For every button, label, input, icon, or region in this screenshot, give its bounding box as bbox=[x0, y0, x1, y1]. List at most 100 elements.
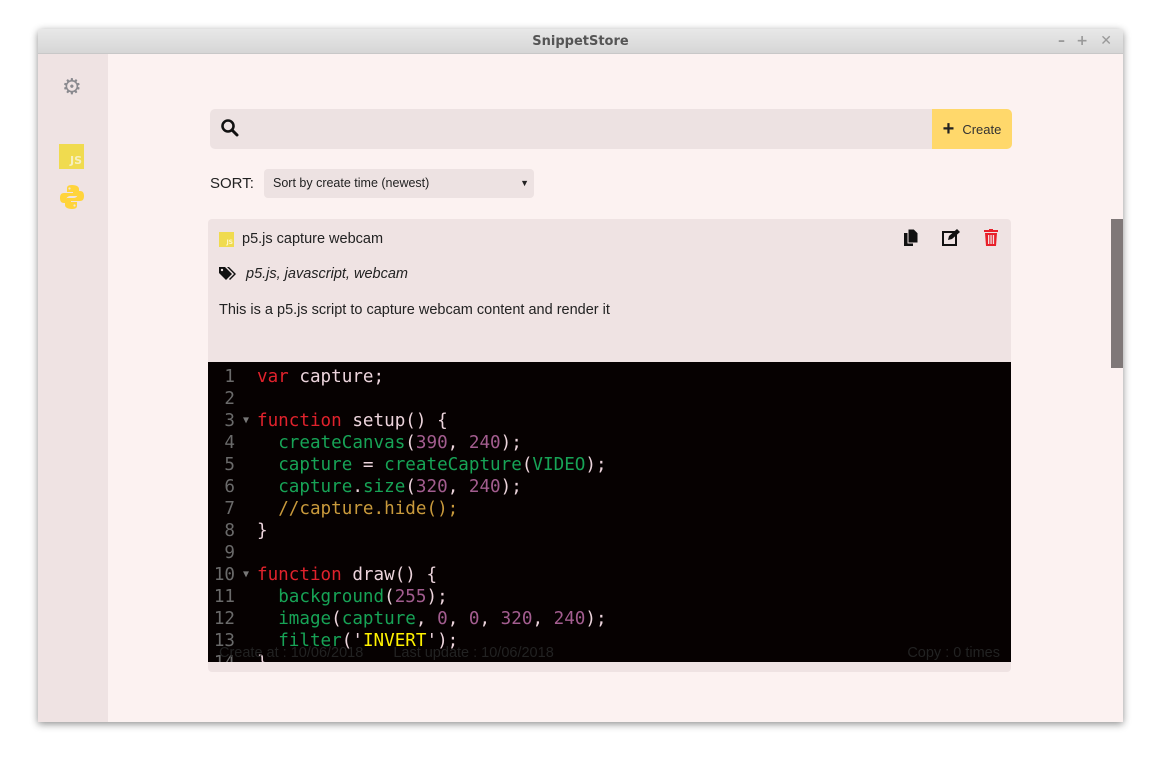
plus-icon: + bbox=[942, 117, 955, 140]
code-token: image bbox=[278, 609, 332, 629]
code-line: 8} bbox=[208, 520, 1011, 542]
code-token: , bbox=[479, 609, 501, 629]
delete-icon[interactable] bbox=[971, 229, 1011, 251]
code-token: function bbox=[257, 565, 342, 585]
fold-gutter bbox=[235, 542, 257, 564]
search-bar bbox=[210, 109, 932, 149]
title-bar: SnippetStore – + ✕ bbox=[38, 29, 1123, 54]
maximize-button[interactable]: + bbox=[1076, 29, 1088, 54]
sidebar: ⚙ JS bbox=[38, 54, 108, 722]
copy-icon[interactable] bbox=[891, 228, 931, 251]
code-line: 1 var capture; bbox=[208, 366, 1011, 388]
fold-gutter bbox=[235, 454, 257, 476]
code-token: , bbox=[447, 609, 469, 629]
code-token: 390 bbox=[415, 433, 448, 453]
search-input[interactable] bbox=[250, 109, 920, 149]
code-line: 5 capture = createCapture(VIDEO); bbox=[208, 454, 1011, 476]
edit-icon[interactable] bbox=[931, 229, 971, 251]
code-text: //capture.hide(); bbox=[257, 498, 458, 520]
snippet-title: p5.js capture webcam bbox=[242, 231, 384, 247]
line-number: 9 bbox=[224, 543, 235, 563]
fold-gutter bbox=[235, 366, 257, 388]
code-token: 240 bbox=[468, 477, 501, 497]
close-button[interactable]: ✕ bbox=[1100, 29, 1112, 54]
code-token: . bbox=[352, 477, 363, 497]
line-number: 5 bbox=[224, 455, 235, 475]
code-token: ( bbox=[521, 455, 533, 475]
code-token: 0 bbox=[437, 609, 448, 629]
window-title: SnippetStore bbox=[532, 34, 629, 49]
fold-gutter bbox=[235, 586, 257, 608]
snippet-card: JS p5.js capture webcam p5.js, javascrip… bbox=[208, 219, 1011, 672]
lang-badge: JS bbox=[226, 238, 233, 246]
javascript-label: JS bbox=[69, 154, 82, 167]
code-text: capture.size(320, 240); bbox=[257, 476, 522, 498]
line-number: 2 bbox=[224, 389, 235, 409]
code-line: 3 ▼ function setup() { bbox=[208, 410, 1011, 432]
search-icon bbox=[221, 119, 239, 137]
code-token: capture bbox=[278, 455, 353, 475]
snippet-description: This is a p5.js script to capture webcam… bbox=[219, 302, 610, 318]
fold-gutter bbox=[235, 476, 257, 498]
code-token: , bbox=[447, 433, 469, 453]
code-token: size bbox=[362, 477, 406, 497]
code-token: ); bbox=[585, 609, 607, 629]
created-date: Create at : 10/06/2018 bbox=[219, 645, 364, 661]
code-token: ( bbox=[405, 477, 416, 497]
code-token: 320 bbox=[415, 477, 448, 497]
scrollbar-thumb[interactable] bbox=[1111, 219, 1123, 368]
updated-date: Last update : 10/06/2018 bbox=[393, 645, 554, 661]
code-token: draw() { bbox=[341, 565, 438, 585]
tags-icon bbox=[219, 267, 236, 280]
code-token: createCanvas bbox=[278, 433, 406, 453]
code-token: setup() { bbox=[341, 411, 448, 431]
fold-arrow-icon[interactable]: ▼ bbox=[235, 564, 257, 586]
line-number: 1 bbox=[224, 367, 235, 387]
create-label: Create bbox=[962, 121, 1002, 137]
code-token: 240 bbox=[553, 609, 586, 629]
code-token: = bbox=[352, 455, 385, 475]
code-token: VIDEO bbox=[532, 455, 586, 475]
caret-down-icon: ▼ bbox=[520, 178, 529, 188]
copy-count: Copy : 0 times bbox=[907, 645, 1000, 661]
line-number: 8 bbox=[224, 521, 235, 541]
code-text: capture = createCapture(VIDEO); bbox=[257, 454, 606, 476]
code-token: 240 bbox=[468, 433, 501, 453]
create-button[interactable]: + Create bbox=[932, 109, 1012, 149]
fold-gutter bbox=[235, 608, 257, 630]
code-line: 10 ▼ function draw() { bbox=[208, 564, 1011, 586]
code-token: function bbox=[257, 411, 342, 431]
code-line: 9 bbox=[208, 542, 1011, 564]
code-token: , bbox=[447, 477, 469, 497]
code-token: capture bbox=[278, 477, 353, 497]
line-number: 6 bbox=[224, 477, 235, 497]
javascript-icon[interactable]: JS bbox=[59, 144, 84, 169]
sort-selected-value: Sort by create time (newest) bbox=[273, 176, 430, 190]
fold-gutter bbox=[235, 520, 257, 542]
code-token: capture; bbox=[288, 367, 385, 387]
code-text: function draw() { bbox=[257, 564, 437, 586]
snippet-tags: p5.js, javascript, webcam bbox=[246, 266, 408, 282]
code-token: ); bbox=[500, 433, 522, 453]
line-number: 11 bbox=[213, 587, 235, 607]
code-token: var bbox=[257, 367, 289, 387]
sort-label: SORT: bbox=[210, 175, 254, 192]
gear-icon[interactable]: ⚙ bbox=[62, 74, 82, 100]
code-text: background(255); bbox=[257, 586, 448, 608]
code-editor[interactable]: 1 var capture; 2 3 ▼ function setup() {4 crea… bbox=[208, 362, 1011, 662]
code-token: background bbox=[278, 587, 385, 607]
minimize-button[interactable]: – bbox=[1058, 29, 1065, 54]
code-line: 4 createCanvas(390, 240); bbox=[208, 432, 1011, 454]
line-number: 4 bbox=[224, 433, 235, 453]
line-number: 12 bbox=[213, 609, 235, 629]
python-icon[interactable] bbox=[59, 184, 85, 210]
sort-select[interactable]: Sort by create time (newest) ▼ bbox=[264, 169, 534, 198]
fold-arrow-icon[interactable]: ▼ bbox=[235, 410, 257, 432]
code-token: ( bbox=[405, 433, 416, 453]
